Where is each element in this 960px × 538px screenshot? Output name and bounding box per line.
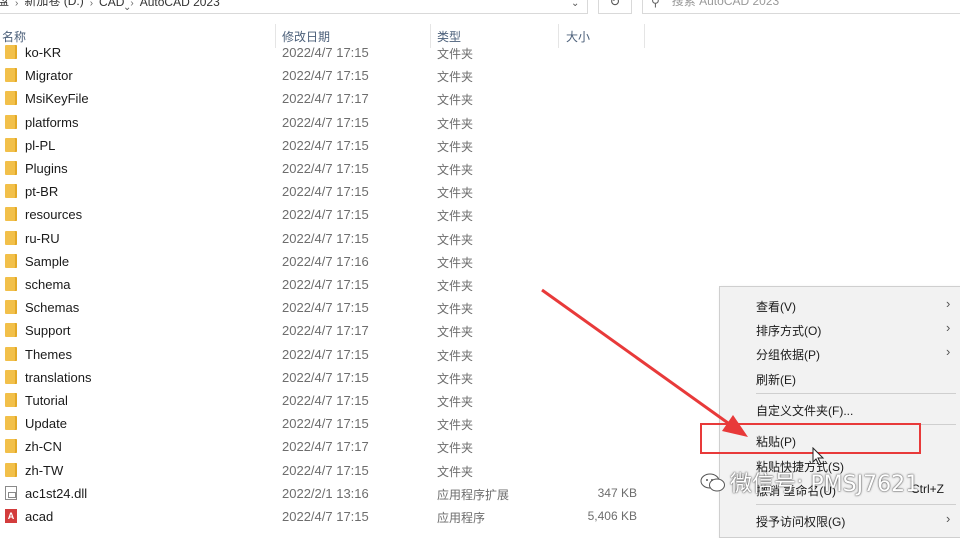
annotation-arrow-icon bbox=[541, 288, 748, 437]
watermark: 微信号: PMSJ7621 bbox=[700, 466, 919, 498]
wechat-logo-icon bbox=[700, 473, 725, 492]
watermark-text: 微信号: PMSJ7621 bbox=[730, 472, 920, 497]
mouse-cursor-icon bbox=[812, 447, 825, 466]
